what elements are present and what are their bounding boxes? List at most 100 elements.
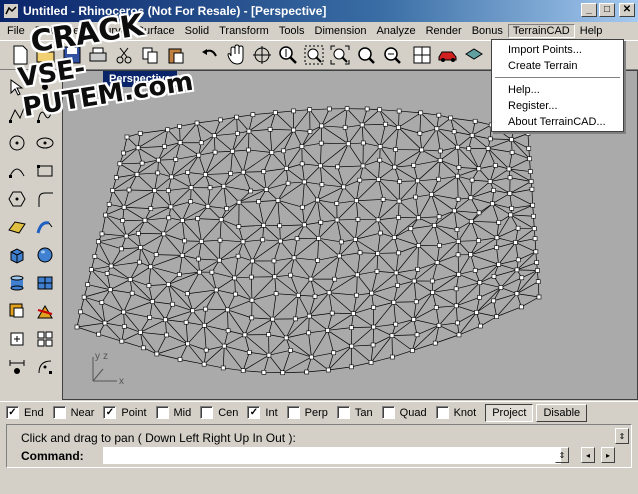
circle-icon[interactable] xyxy=(4,130,30,156)
mesh-point xyxy=(527,156,532,162)
menu-create-terrain[interactable]: Create Terrain xyxy=(508,60,578,72)
osnap-int-checkbox[interactable]: ✓ xyxy=(247,406,261,419)
mesh-point xyxy=(309,354,314,360)
mesh-point xyxy=(416,243,421,248)
zoom-dynamic-icon[interactable] xyxy=(276,43,300,67)
command-next-icon[interactable]: ▸ xyxy=(601,447,615,463)
four-viewports-icon[interactable] xyxy=(410,43,434,67)
menu-tools[interactable]: Tools xyxy=(274,24,310,38)
mesh-point xyxy=(267,127,273,132)
split-icon[interactable] xyxy=(32,298,58,324)
mesh-point xyxy=(434,126,440,132)
mesh-point xyxy=(99,231,105,237)
menu-about-terraincad[interactable]: About TerrainCAD... xyxy=(508,116,606,128)
project-button[interactable]: Project xyxy=(485,403,534,422)
minimize-button[interactable]: _ xyxy=(581,3,597,17)
osnap-perp[interactable]: Perp xyxy=(286,406,328,419)
disable-button[interactable]: Disable xyxy=(536,403,588,422)
history-scroll-icon[interactable]: ⇕ xyxy=(615,428,629,444)
mesh-point xyxy=(188,185,194,190)
close-button[interactable]: ✕ xyxy=(619,3,635,17)
mesh-point xyxy=(528,179,534,184)
osnap-quad-checkbox[interactable] xyxy=(381,406,395,419)
sphere-icon[interactable] xyxy=(32,242,58,268)
mesh-point xyxy=(291,127,296,133)
polygon-icon[interactable] xyxy=(4,186,30,212)
osnap-mid[interactable]: Mid xyxy=(155,406,191,419)
maximize-button[interactable]: □ xyxy=(599,3,615,17)
osnap-tan[interactable]: Tan xyxy=(336,406,373,419)
zoom-window-icon[interactable] xyxy=(302,43,326,67)
ellipse-icon[interactable] xyxy=(32,130,58,156)
extrude-icon[interactable] xyxy=(32,214,58,240)
pan-hand-icon[interactable] xyxy=(224,43,248,67)
mesh-icon[interactable] xyxy=(32,270,58,296)
dimension-icon[interactable] xyxy=(4,354,30,380)
rectangle-icon[interactable] xyxy=(32,158,58,184)
osnap-quad[interactable]: Quad xyxy=(381,406,427,419)
mesh-point xyxy=(494,245,499,250)
osnap-cen-checkbox[interactable] xyxy=(200,406,214,419)
mesh-point xyxy=(377,107,382,113)
transform-icon[interactable] xyxy=(4,326,30,352)
zoom-selected-icon[interactable] xyxy=(354,43,378,67)
fillet-icon[interactable] xyxy=(32,186,58,212)
mesh-point xyxy=(496,262,501,267)
mesh-point xyxy=(532,236,538,241)
arc-icon[interactable] xyxy=(4,158,30,184)
osnap-near-checkbox[interactable] xyxy=(52,406,66,419)
mesh-point xyxy=(85,282,91,287)
box-icon[interactable] xyxy=(4,242,30,268)
mesh-point xyxy=(124,134,130,140)
menu-help[interactable]: Help xyxy=(575,24,608,38)
mesh-point xyxy=(380,197,386,202)
menu-transform[interactable]: Transform xyxy=(214,24,274,38)
command-input[interactable] xyxy=(103,447,561,464)
mesh-point xyxy=(261,369,267,375)
surface-icon[interactable] xyxy=(4,214,30,240)
osnap-int[interactable]: ✓ Int xyxy=(247,406,278,419)
mesh-point xyxy=(375,217,381,223)
menu-analyze[interactable]: Analyze xyxy=(371,24,420,38)
mesh-point xyxy=(203,306,208,312)
menu-solid[interactable]: Solid xyxy=(180,24,214,38)
menu-render[interactable]: Render xyxy=(421,24,467,38)
menu-import-points[interactable]: Import Points... xyxy=(508,44,582,56)
osnap-cen[interactable]: Cen xyxy=(200,406,238,419)
command-spin-icon[interactable]: ⇕ xyxy=(555,447,569,463)
mesh-point xyxy=(207,185,213,191)
osnap-mid-checkbox[interactable] xyxy=(155,406,169,419)
menu-dimension[interactable]: Dimension xyxy=(310,24,372,38)
osnap-point[interactable]: ✓ Point xyxy=(103,406,147,419)
osnap-knot[interactable]: Knot xyxy=(435,406,476,419)
shade-icon[interactable] xyxy=(462,43,486,67)
menu-bonus[interactable]: Bonus xyxy=(467,24,508,38)
osnap-perp-checkbox[interactable] xyxy=(286,406,300,419)
boolean-icon[interactable] xyxy=(4,298,30,324)
menu-terraincad-help[interactable]: Help... xyxy=(508,84,540,96)
group-icon[interactable] xyxy=(32,354,58,380)
osnap-end[interactable]: ✓ End xyxy=(6,406,44,419)
osnap-tan-checkbox[interactable] xyxy=(336,406,350,419)
mesh-point xyxy=(455,252,461,258)
mesh-point xyxy=(179,253,185,258)
menu-register[interactable]: Register... xyxy=(508,100,558,112)
rotate-view-icon[interactable] xyxy=(250,43,274,67)
osnap-near[interactable]: Near xyxy=(52,406,94,419)
undo-icon[interactable] xyxy=(198,43,222,67)
command-prev-icon[interactable]: ◂ xyxy=(581,447,595,463)
rhino-app-icon[interactable] xyxy=(3,3,19,19)
zoom-extents-icon[interactable] xyxy=(328,43,352,67)
zoom-previous-icon[interactable] xyxy=(380,43,404,67)
osnap-knot-checkbox[interactable] xyxy=(435,406,449,419)
mesh-point xyxy=(183,319,189,325)
cylinder-icon[interactable] xyxy=(4,270,30,296)
mesh-point xyxy=(141,345,146,351)
menu-terraincad[interactable]: TerrainCAD xyxy=(507,24,575,38)
osnap-end-checkbox[interactable]: ✓ xyxy=(6,406,19,419)
osnap-point-checkbox[interactable]: ✓ xyxy=(103,406,117,419)
mesh-point xyxy=(138,245,143,250)
car-render-icon[interactable] xyxy=(436,43,460,67)
array-icon[interactable] xyxy=(32,326,58,352)
mesh-point xyxy=(103,212,108,218)
